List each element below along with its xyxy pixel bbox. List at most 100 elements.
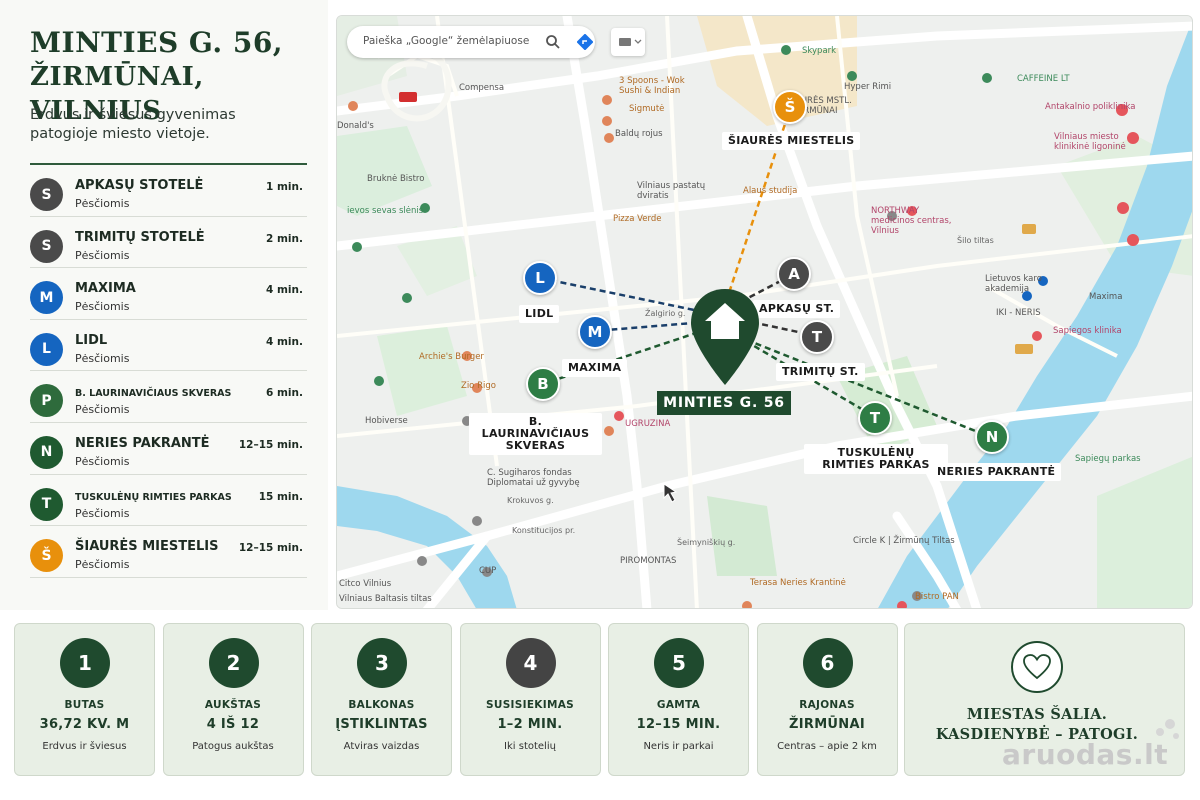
place-label: Vilniaus Baltasis tiltas [339,594,432,604]
place-label: Maxima [1089,292,1123,302]
place-label: Sigmutė [629,104,665,114]
card-label: SUSISIEKIMAS [486,699,574,711]
card-value: 36,72 KV. M [39,717,130,732]
main-address-label: MINTIES G. 56 [657,391,791,415]
poi-list-item[interactable]: N NERIES PAKRANTĖ Pėsčiomis 12–15 min. [30,423,307,475]
card-value: ŽIRMŪNAI [789,717,865,732]
card-subtext: Iki stotelių [504,741,556,752]
place-label: UGRUZINA [625,419,671,429]
map-pin[interactable]: T [858,401,892,435]
card-subtext: Patogus aukštas [192,741,274,752]
search-input[interactable]: Paieška „Google“ žemėlapiuose [363,35,529,47]
place-label: Antakalnio poliklinika [1045,102,1136,112]
poi-mode: Pėsčiomis [75,351,130,365]
feature-card: 3 BALKONAS ĮSTIKLINTAS Atviras vaizdas [311,623,452,776]
place-label: Hyper Rimi [844,82,892,92]
map-pin[interactable]: B [526,367,560,401]
place-label: Alaus studija [743,186,798,196]
poi-badge: Š [30,539,63,573]
poi-name: APKASŲ STOTELĖ [75,178,204,193]
place-label: Konstitucijos pr. [512,526,576,535]
card-number: 1 [60,638,110,688]
poi-mode: Pėsčiomis [75,248,130,262]
poi-list-item[interactable]: L LIDL Pėsčiomis 4 min. [30,320,307,372]
map-pin-label: MAXIMA [562,359,628,377]
place-label: Citco Vilnius [339,579,392,589]
poi-name: B. LAURINAVIČIAUS SKVERAS [75,388,232,400]
poi-badge: M [30,281,63,315]
card-label: AUKŠTAS [204,699,262,711]
subtitle: Erdvus ir šviesus gyvenimas patogioje mi… [30,107,236,142]
poi-list-item[interactable]: P B. LAURINAVIČIAUS SKVERAS Pėsčiomis 6 min… [30,371,307,423]
poi-list-item[interactable]: S TRIMITŲ STOTELĖ Pėsčiomis 2 min. [30,217,307,269]
poi-mode: Pėsčiomis [75,300,130,314]
map-pin-label: B. LAURINAVIČIAUS SKVERAS [469,413,602,455]
map-layers-button[interactable] [611,28,645,56]
title-line-1: MINTIES G. 56, [30,26,284,59]
place-label: Šeimyniškių g. [677,538,736,547]
poi-list-item[interactable]: Š ŠIAURĖS MIESTELIS Pėsčiomis 12–15 min. [30,526,307,578]
poi-list-item[interactable]: T TUSKULĖNŲ RIMTIES PARKAS Pėsčiomis 15 min… [30,475,307,527]
place-label: NORTHWAY medicinos centras, Vilnius [871,206,952,236]
card-value: 1–2 MIN. [497,717,563,732]
poi-list-item[interactable]: S APKASŲ STOTELĖ Pėsčiomis 1 min. [30,165,307,217]
map-search-bar[interactable]: Paieška „Google“ žemėlapiuose [347,26,595,58]
card-number: 4 [505,638,556,688]
poi-time: 15 min. [258,490,303,503]
place-label: Vilniaus miesto klinikinė ligoninė [1054,132,1126,152]
card-value: ĮSTIKLINTAS [335,717,428,732]
place-label: Circle K | Žirmūnų Tiltas [853,536,955,546]
map-pin-label: ŠIAURĖS MIESTELIS [722,132,861,150]
place-label: Zio Rigo [461,381,496,391]
poi-time: 4 min. [266,335,303,348]
place-label: Vilniaus pastatų dviratis [637,181,706,201]
card-value: 12–15 MIN. [636,717,721,732]
poi-mode: Pėsčiomis [75,197,130,210]
poi-badge: P [30,384,63,418]
place-label: Lietuvos karo akademija [985,274,1042,294]
place-label: Bruknė Bistro [367,174,425,184]
home-marker-icon[interactable] [689,287,761,387]
map-pin-label: TRIMITŲ ST. [776,363,865,381]
place-label: PIROMONTAS [620,556,677,566]
card-number: 3 [357,638,407,688]
map-pin-label: APKASŲ ST. [753,300,841,318]
place-label: CUP [479,566,497,576]
card-subtext: Erdvus ir šviesus [42,741,127,752]
place-label: Žalgirio g. [645,309,686,318]
slogan-line-1: MIESTAS ŠALIA. [966,706,1108,723]
poi-name: LIDL [75,332,108,348]
place-label: Bistro PAN [915,592,959,602]
map-pin[interactable]: A [777,257,811,291]
place-label: Skypark [802,46,837,56]
feature-card: 5 GAMTA 12–15 MIN. Neris ir parkai [608,623,749,776]
feature-card: 4 SUSISIEKIMAS 1–2 MIN. Iki stotelių [459,623,601,776]
map-pin[interactable]: L [523,261,557,295]
card-label: BALKONAS [348,699,415,711]
poi-time: 1 min. [266,181,303,193]
place-label: Sapiegų parkas [1075,454,1141,464]
place-label: Krokuvos g. [507,496,554,505]
map-pin[interactable]: M [578,315,612,349]
poi-name: TRIMITŲ STOTELĖ [75,229,205,245]
map-pin[interactable]: N [975,420,1009,454]
feature-card: 6 RAJONAS ŽIRMŪNAI Centras – apie 2 km [756,623,898,776]
card-subtext: Centras – apie 2 km [777,741,877,752]
place-label: AURĖS MSTL. ŽIRMŪNAI [795,96,852,116]
poi-badge: S [30,178,63,211]
map-pin[interactable]: T [800,320,834,354]
poi-list-item[interactable]: M MAXIMA Pėsčiomis 4 min. [30,268,307,320]
card-subtext: Atviras vaizdas [343,741,420,752]
map-pin[interactable]: Š [773,90,807,124]
poi-name: MAXIMA [75,281,136,297]
search-icon[interactable] [545,34,561,50]
place-label: Terasa Neries Krantinė [750,578,846,588]
map[interactable]: Skypark Hyper Rimi CAFFEINE LT Compensa … [336,15,1193,609]
poi-time: 2 min. [266,232,303,245]
poi-mode: Pėsčiomis [75,454,130,468]
poi-mode: Pėsčiomis [75,558,130,572]
poi-badge: L [30,332,63,366]
poi-list: S APKASŲ STOTELĖ Pėsčiomis 1 min. S TRIMITŲ S… [30,165,307,578]
card-number: 2 [208,638,259,688]
directions-icon[interactable] [577,34,593,50]
